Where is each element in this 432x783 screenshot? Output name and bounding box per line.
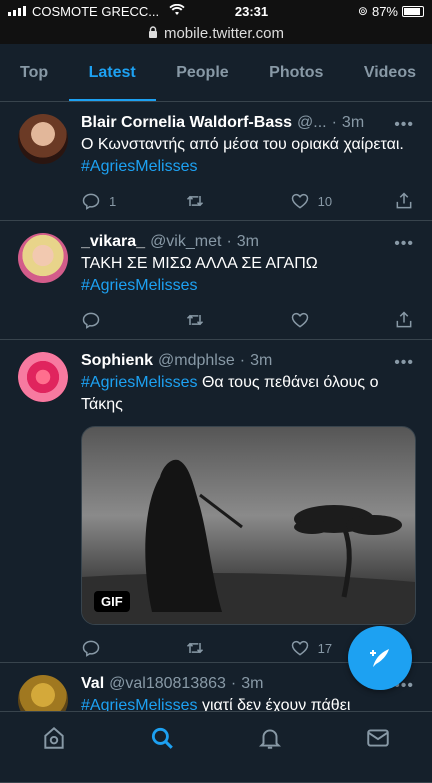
retweet-button[interactable] bbox=[185, 638, 245, 658]
hashtag-link[interactable]: #AgriesMelisses bbox=[81, 158, 197, 175]
hashtag-link[interactable]: #AgriesMelisses bbox=[81, 277, 197, 294]
more-options-icon[interactable]: ••• bbox=[394, 235, 414, 253]
retweet-button[interactable] bbox=[185, 191, 245, 211]
rotation-lock-icon: ⊚ bbox=[357, 4, 368, 18]
heart-icon bbox=[291, 640, 308, 656]
bottom-navigation bbox=[0, 711, 432, 768]
tab-latest[interactable]: Latest bbox=[68, 44, 156, 101]
messages-icon[interactable] bbox=[365, 725, 391, 756]
tweet-author-handle[interactable]: @mdphlse bbox=[158, 352, 235, 370]
status-bar: COSMOTE GRECC... 23:31 ⊚ 87% bbox=[0, 0, 432, 22]
tweet[interactable]: Sophienk @mdphlse · 3m #AgriesMelisses Θ… bbox=[0, 340, 432, 663]
retweet-icon bbox=[187, 642, 204, 654]
tweet-gif[interactable]: GIF bbox=[81, 426, 416, 625]
avatar[interactable] bbox=[18, 352, 68, 402]
tweet-author-name[interactable]: Val bbox=[81, 675, 104, 693]
gif-badge: GIF bbox=[94, 591, 130, 612]
lock-icon bbox=[148, 25, 158, 42]
separator-dot: · bbox=[331, 114, 337, 131]
more-options-icon[interactable]: ••• bbox=[394, 354, 414, 372]
search-icon[interactable] bbox=[149, 725, 175, 756]
like-count: 10 bbox=[317, 193, 333, 209]
tweet-time[interactable]: 3m bbox=[342, 114, 364, 132]
reply-icon bbox=[82, 193, 100, 210]
share-button[interactable] bbox=[394, 310, 414, 330]
tweet-time[interactable]: 3m bbox=[237, 233, 259, 251]
url-bar[interactable]: mobile.twitter.com bbox=[0, 22, 432, 44]
tweet-author-name[interactable]: _vikara_ bbox=[81, 233, 145, 251]
heart-icon bbox=[291, 193, 308, 209]
tab-photos[interactable]: Photos bbox=[267, 44, 325, 101]
like-count: 17 bbox=[317, 640, 333, 656]
tweet-author-name[interactable]: Blair Cornelia Waldorf-Bass bbox=[81, 114, 292, 132]
tweet-time[interactable]: 3m bbox=[250, 352, 272, 370]
url-text: mobile.twitter.com bbox=[163, 24, 285, 42]
more-options-icon[interactable]: ••• bbox=[394, 116, 414, 134]
tweet-text: #AgriesMelisses Θα τους πεθάνει όλους ο … bbox=[81, 372, 414, 416]
avatar[interactable] bbox=[18, 114, 68, 164]
like-button[interactable]: 10 bbox=[290, 191, 350, 211]
tweet-time[interactable]: 3m bbox=[241, 675, 263, 693]
compose-quill-icon bbox=[370, 649, 389, 667]
compose-tweet-button[interactable] bbox=[348, 626, 412, 690]
hashtag-link[interactable]: #AgriesMelisses bbox=[81, 374, 197, 391]
separator-dot: · bbox=[239, 352, 246, 369]
battery-icon bbox=[402, 5, 424, 17]
tweet-text: ΤΑΚΗ ΣΕ ΜΙΣΩ ΑΛΛΑ ΣΕ ΑΓΑΠΩ #AgriesMeliss… bbox=[81, 253, 414, 297]
retweet-button[interactable] bbox=[185, 310, 245, 330]
wifi-icon bbox=[169, 3, 185, 19]
tweet[interactable]: Blair Cornelia Waldorf-Bass @... · 3m Ο … bbox=[0, 102, 432, 221]
tweet-text-body: ΤΑΚΗ ΣΕ ΜΙΣΩ ΑΛΛΑ ΣΕ ΑΓΑΠΩ bbox=[81, 255, 318, 272]
clock: 23:31 bbox=[234, 3, 269, 19]
avatar[interactable] bbox=[18, 233, 68, 283]
notifications-icon[interactable] bbox=[257, 725, 283, 756]
tweet-author-handle[interactable]: @... bbox=[297, 114, 327, 132]
carrier-name: COSMOTE GRECC... bbox=[32, 3, 160, 19]
separator-dot: · bbox=[226, 233, 232, 250]
reply-button[interactable]: 1 bbox=[81, 191, 141, 211]
like-button[interactable] bbox=[290, 310, 350, 330]
tab-videos[interactable]: Videos bbox=[362, 44, 418, 101]
reply-button[interactable] bbox=[81, 638, 141, 658]
separator-dot: · bbox=[230, 675, 237, 692]
tweet-author-handle[interactable]: @val180813863 bbox=[109, 675, 226, 693]
reply-icon bbox=[82, 312, 100, 329]
retweet-icon bbox=[187, 195, 204, 207]
tweet-text-body: Ο Κωνσταντής από μέσα του οριακά χαίρετα… bbox=[81, 136, 404, 153]
gif-image bbox=[82, 459, 415, 624]
search-tabs: Top Latest People Photos Videos bbox=[0, 44, 432, 102]
home-icon[interactable] bbox=[41, 725, 67, 756]
tab-people[interactable]: People bbox=[174, 44, 230, 101]
tweet[interactable]: _vikara_ @vik_met · 3m ΤΑΚΗ ΣΕ ΜΙΣΩ ΑΛΛΑ… bbox=[0, 221, 432, 340]
reply-count: 1 bbox=[109, 193, 117, 209]
tweet-actions: 1 10 bbox=[81, 178, 414, 224]
signal-icon bbox=[8, 6, 26, 16]
tab-top[interactable]: Top bbox=[18, 44, 50, 101]
like-button[interactable]: 17 bbox=[290, 638, 350, 658]
tweet-actions bbox=[81, 297, 414, 343]
heart-icon bbox=[291, 312, 308, 328]
reply-button[interactable] bbox=[81, 310, 141, 330]
tweet-author-handle[interactable]: @vik_met bbox=[150, 233, 221, 251]
share-icon bbox=[396, 311, 412, 328]
retweet-icon bbox=[187, 314, 204, 326]
share-icon bbox=[396, 192, 412, 209]
tweet-text: Ο Κωνσταντής από μέσα του οριακά χαίρετα… bbox=[81, 134, 414, 178]
share-button[interactable] bbox=[394, 191, 414, 211]
battery-percentage: 87% bbox=[371, 3, 398, 19]
reply-icon bbox=[82, 640, 100, 657]
tweet-author-name[interactable]: Sophienk bbox=[81, 352, 153, 370]
